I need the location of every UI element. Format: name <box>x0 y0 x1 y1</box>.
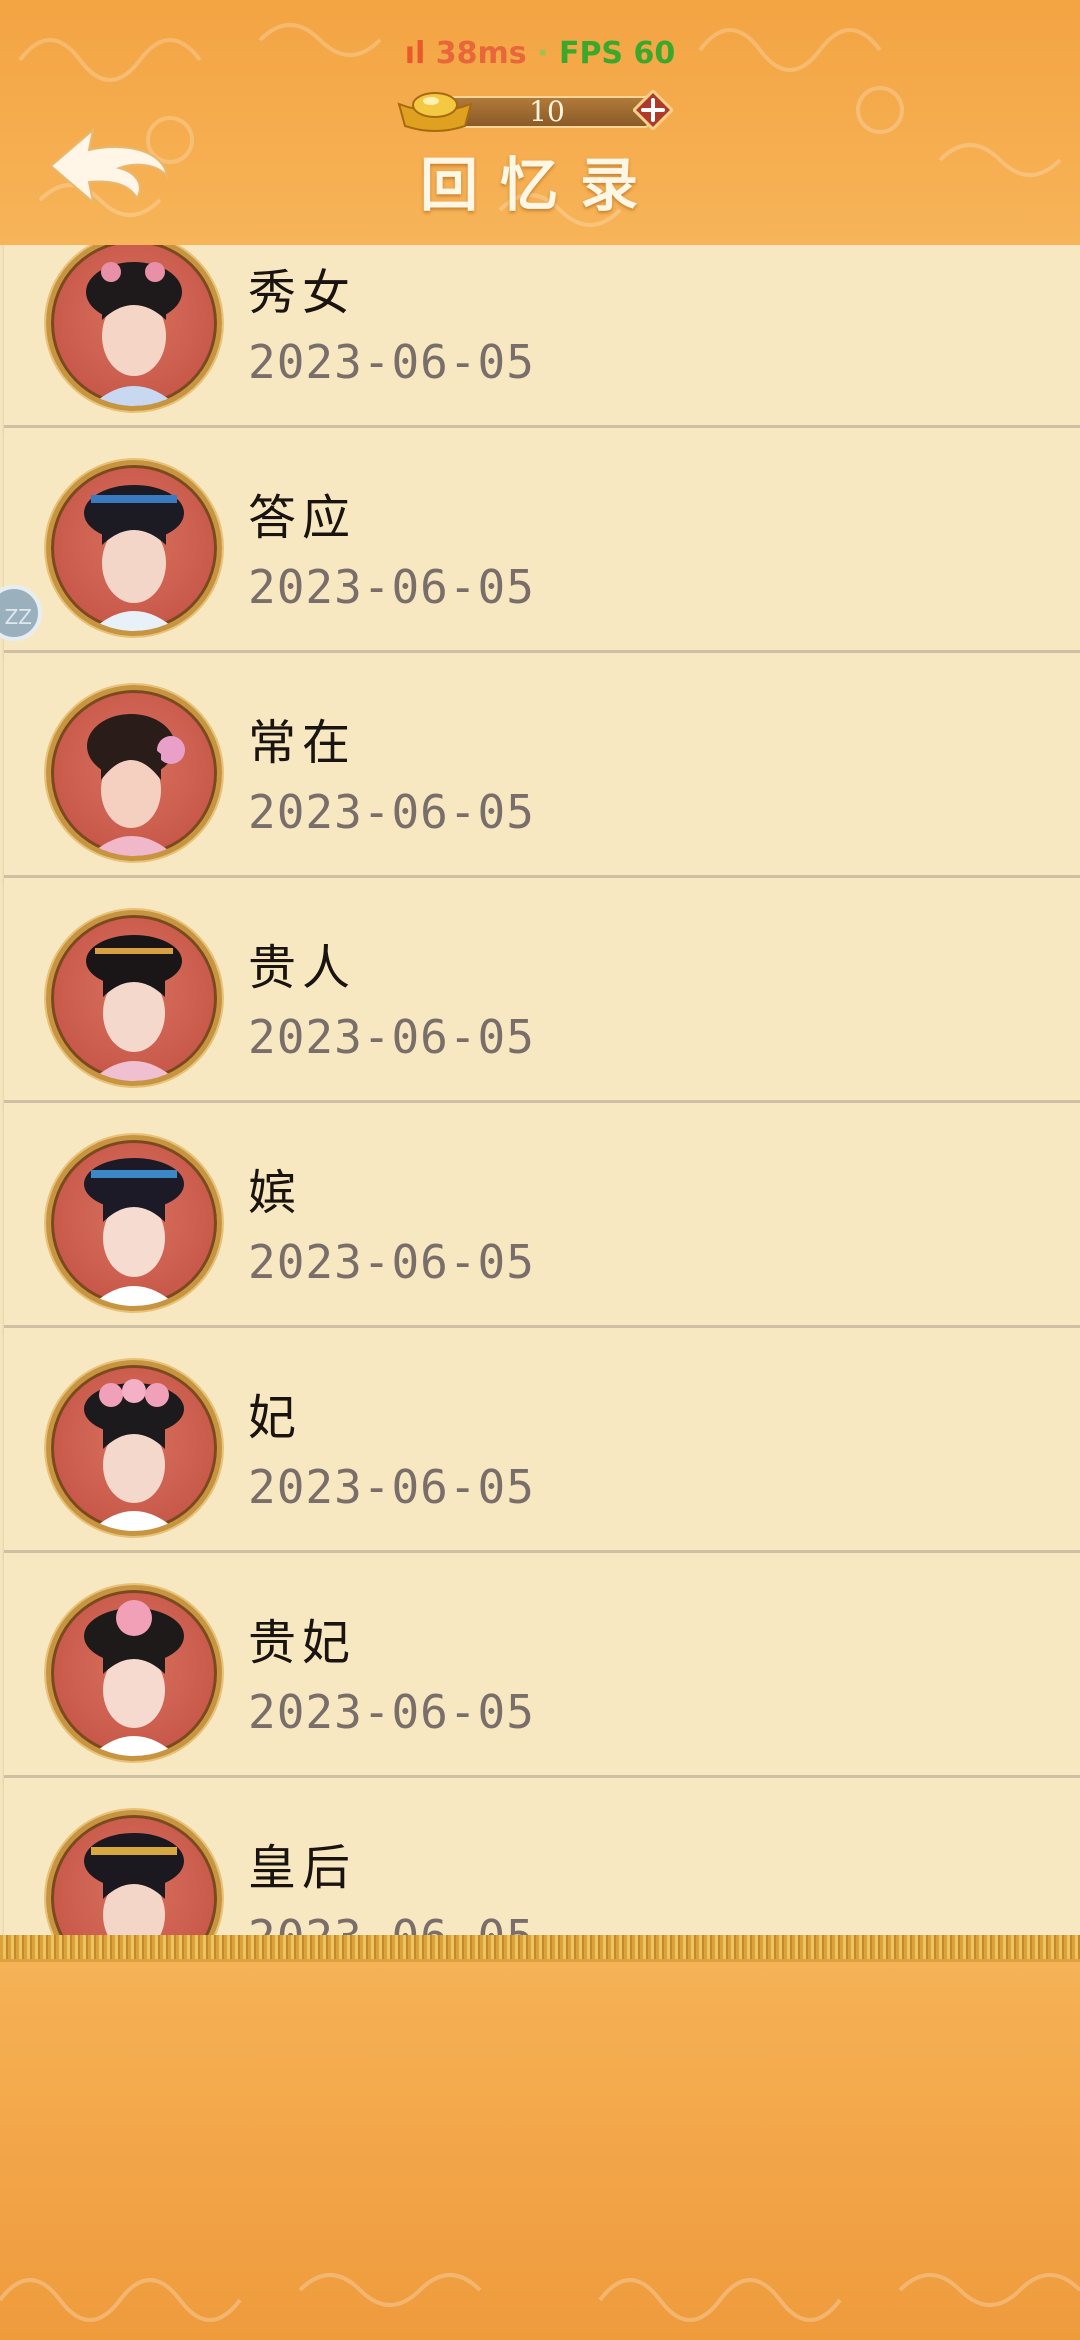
performance-overlay: ıl 38ms · FPS 60 <box>0 36 1080 71</box>
list-item[interactable]: 嫔 2023-06-05 <box>4 1103 1080 1329</box>
entry-date: 2023-06-05 <box>248 335 535 389</box>
fps-text: FPS 60 <box>558 36 676 71</box>
list-item[interactable]: 贵妃 2023-06-05 <box>4 1553 1080 1779</box>
avatar <box>46 685 222 861</box>
list-item[interactable]: 贵人 2023-06-05 <box>4 878 1080 1104</box>
entry-date: 2023-06-05 <box>248 1460 535 1514</box>
avatar <box>46 910 222 1086</box>
rank-title: 贵人 <box>248 940 357 996</box>
entry-date: 2023-06-05 <box>248 1235 535 1289</box>
avatar <box>46 245 222 411</box>
avatar <box>46 1585 222 1761</box>
top-bar: ıl 38ms · FPS 60 10 回忆录 <box>0 0 1080 245</box>
rank-title: 妃 <box>248 1390 303 1446</box>
rank-title: 皇后 <box>248 1840 357 1896</box>
rank-title: 常在 <box>248 715 357 771</box>
portrait-icon <box>84 485 184 631</box>
entry-date: 2023-06-05 <box>248 785 535 839</box>
entry-date: 2023-06-05 <box>248 1685 535 1739</box>
list-item[interactable]: 答应 2023-06-05 <box>4 428 1080 654</box>
avatar <box>46 1135 222 1311</box>
bottom-panel <box>0 1935 1080 2340</box>
currency-track: 10 <box>445 95 649 128</box>
rank-title: 贵妃 <box>248 1615 357 1671</box>
cloud-pattern-decoration <box>0 2273 1080 2322</box>
separator: · <box>537 36 549 71</box>
rank-title: 答应 <box>248 490 357 546</box>
currency-bar: 10 <box>395 88 685 132</box>
portrait-icon <box>86 262 182 406</box>
list-item[interactable]: 皇后 2023-06-05 <box>4 1778 1080 1935</box>
list-item[interactable]: 妃 2023-06-05 <box>4 1328 1080 1554</box>
avatar <box>46 1810 222 1935</box>
signal-bars-icon: ıl <box>404 36 436 71</box>
portrait-icon <box>84 1158 184 1306</box>
entry-date: 2023-06-05 <box>248 560 535 614</box>
avatar <box>46 460 222 636</box>
portrait-icon <box>84 1600 184 1756</box>
portrait-icon <box>87 714 185 856</box>
gold-ingot-icon <box>397 92 473 132</box>
portrait-icon <box>84 1833 184 1935</box>
add-currency-button[interactable] <box>633 90 673 130</box>
list-item[interactable]: 秀女 2023-06-05 <box>4 245 1080 429</box>
portrait-icon <box>84 1379 184 1531</box>
list-item[interactable]: 常在 2023-06-05 <box>4 653 1080 879</box>
portrait-icon <box>86 935 182 1081</box>
entry-date: 2023-06-05 <box>248 1910 535 1935</box>
rank-title: 秀女 <box>248 265 357 321</box>
entry-date: 2023-06-05 <box>248 1010 535 1064</box>
gold-border-decoration <box>0 1935 1080 1962</box>
rank-title: 嫔 <box>248 1165 303 1221</box>
ping-text: 38ms <box>435 36 527 71</box>
currency-value: 10 <box>529 95 565 128</box>
avatar <box>46 1360 222 1536</box>
page-title: 回忆录 <box>419 151 660 219</box>
memoir-list[interactable]: 秀女 2023-06-05 答应 2023-06-05 常在 2023-06-0… <box>0 245 1080 1935</box>
